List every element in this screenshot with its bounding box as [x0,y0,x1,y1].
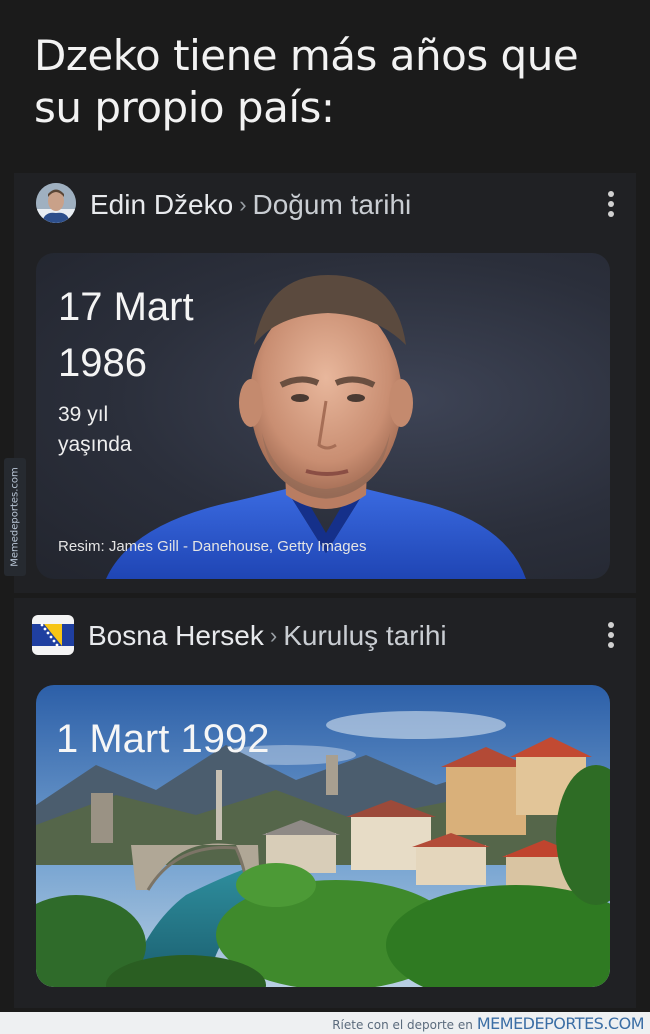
footer-tagline: Ríete con el deporte en [332,1018,473,1032]
bosnia-flag-icon [32,615,74,655]
attribute-name: Doğum tarihi [252,189,412,220]
chevron-right-icon: › [239,192,247,217]
footer-brand[interactable]: MEMEDEPORTES.COM [477,1014,645,1033]
search-card-dzeko: Edin Džeko › Doğum tarihi 17 Mart 1986 3… [14,173,636,593]
card-header[interactable]: Bosna Hersek › Kuruluş tarihi [14,598,636,662]
avatar [36,183,76,223]
footer-text: Ríete con el deporte en MEMEDEPORTES.COM [332,1014,644,1033]
breadcrumb: Edin Džeko › Doğum tarihi [90,189,411,223]
founding-date: 1 Mart 1992 [56,717,270,761]
birth-day-month: 17 Mart [58,285,194,329]
birthdate-panel[interactable]: 17 Mart 1986 39 yıl yaşında Resim: James… [36,253,610,579]
image-credit: Resim: James Gill - Danehouse, Getty Ima… [58,538,367,555]
search-card-bosnia: Bosna Hersek › Kuruluş tarihi 1 Mart 199… [14,598,636,1008]
caption-line-1: Dzeko tiene más años que [34,31,579,80]
footer-banner: Ríete con el deporte en MEMEDEPORTES.COM [0,1012,650,1034]
caption-line-2: su propio país: [34,83,335,132]
entity-name[interactable]: Edin Džeko [90,189,233,220]
chevron-right-icon: › [269,623,278,648]
entity-name[interactable]: Bosna Hersek [88,620,264,651]
birth-year: 1986 [58,341,147,385]
more-vert-icon[interactable] [606,191,616,221]
age-value: 39 yıl [58,403,109,426]
age-suffix: yaşında [58,433,132,456]
side-watermark: Memedeportes.com [4,458,26,576]
side-watermark-text: Memedeportes.com [9,467,21,567]
attribute-name: Kuruluş tarihi [283,620,447,651]
more-vert-icon[interactable] [606,622,616,652]
breadcrumb: Bosna Hersek › Kuruluş tarihi [88,620,447,654]
meme-caption: Dzeko tiene más años que su propio país: [34,30,624,134]
card-header[interactable]: Edin Džeko › Doğum tarihi [14,173,636,237]
founding-date-panel[interactable]: 1 Mart 1992 [36,685,610,987]
